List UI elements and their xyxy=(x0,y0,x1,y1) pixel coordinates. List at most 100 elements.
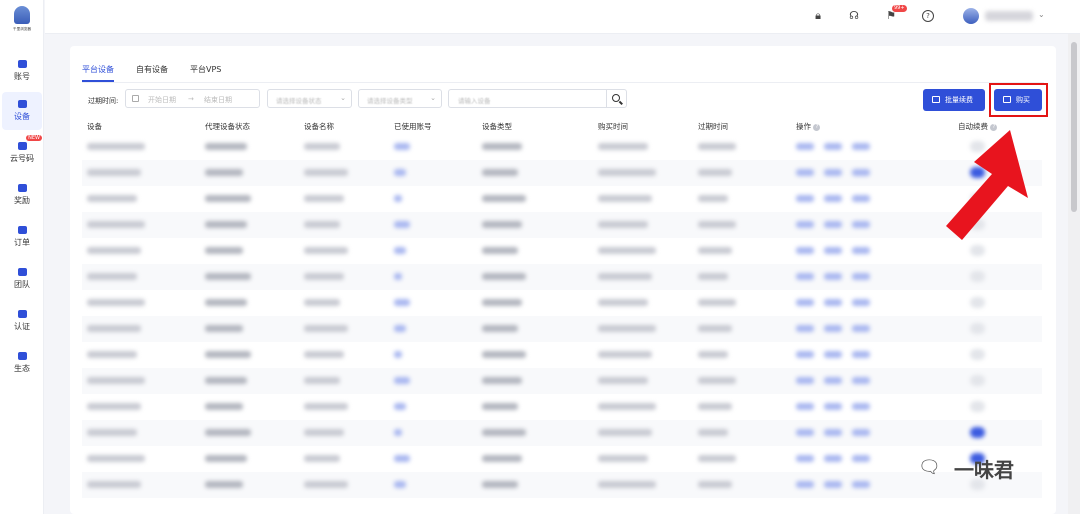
table-cell xyxy=(698,221,736,228)
username[interactable] xyxy=(985,11,1033,21)
bell-icon[interactable]: ⚑ 99+ xyxy=(885,5,907,22)
sidebar-item-label: 设备 xyxy=(14,112,30,121)
row-action-link[interactable] xyxy=(796,429,814,436)
row-action-link[interactable] xyxy=(852,169,870,176)
sidebar-item-ecosystem[interactable]: 生态 xyxy=(2,344,42,382)
row-action-link[interactable] xyxy=(824,403,842,410)
row-action-link[interactable] xyxy=(824,481,842,488)
lock-icon[interactable]: 🔒︎ xyxy=(812,10,824,22)
row-action-link[interactable] xyxy=(852,299,870,306)
brand-logo[interactable]: 千里浏览器 xyxy=(6,6,38,32)
table-row[interactable] xyxy=(82,212,1042,238)
sidebar-item-cloud-number[interactable]: 云号码 NEW xyxy=(2,134,42,172)
row-action-link[interactable] xyxy=(852,273,870,280)
help-icon[interactable]: ? xyxy=(813,123,821,131)
auto-renew-toggle[interactable] xyxy=(970,245,985,256)
sidebar-item-certification[interactable]: 认证 xyxy=(2,302,42,340)
tab-own-device[interactable]: 自有设备 xyxy=(136,64,168,75)
table-row[interactable] xyxy=(82,264,1042,290)
auto-renew-toggle[interactable] xyxy=(970,401,985,412)
row-action-link[interactable] xyxy=(852,429,870,436)
row-action-link[interactable] xyxy=(824,273,842,280)
row-action-link[interactable] xyxy=(796,481,814,488)
auto-renew-toggle[interactable] xyxy=(970,323,985,334)
page-scrollbar[interactable] xyxy=(1068,34,1080,514)
row-action-link[interactable] xyxy=(796,351,814,358)
row-action-link[interactable] xyxy=(824,143,842,150)
row-action-link[interactable] xyxy=(824,455,842,462)
row-action-link[interactable] xyxy=(852,481,870,488)
row-action-link[interactable] xyxy=(824,247,842,254)
cart-icon xyxy=(932,96,940,103)
table-row[interactable] xyxy=(82,316,1042,342)
auto-renew-toggle[interactable] xyxy=(970,297,985,308)
row-action-link[interactable] xyxy=(824,169,842,176)
device-type-select[interactable]: 请选择设备类型 ⌄ xyxy=(358,89,442,108)
row-action-link[interactable] xyxy=(796,169,814,176)
avatar[interactable] xyxy=(963,8,979,24)
chevron-down-icon[interactable]: ⌄ xyxy=(1038,10,1045,19)
sidebar-item-reward[interactable]: 奖励 xyxy=(2,176,42,214)
row-action-link[interactable] xyxy=(852,351,870,358)
row-action-link[interactable] xyxy=(796,221,814,228)
table-row[interactable] xyxy=(82,186,1042,212)
table-row[interactable] xyxy=(82,160,1042,186)
row-action-link[interactable] xyxy=(796,247,814,254)
row-action-link[interactable] xyxy=(852,325,870,332)
table-cell xyxy=(482,455,522,462)
sidebar-item-order[interactable]: 订单 xyxy=(2,218,42,256)
row-action-link[interactable] xyxy=(824,221,842,228)
tab-platform-device[interactable]: 平台设备 xyxy=(82,64,114,75)
auto-renew-toggle[interactable] xyxy=(970,427,985,438)
row-action-link[interactable] xyxy=(796,143,814,150)
row-action-link[interactable] xyxy=(796,455,814,462)
auto-renew-toggle[interactable] xyxy=(970,271,985,282)
table-row[interactable] xyxy=(82,446,1042,472)
table-row[interactable] xyxy=(82,238,1042,264)
row-action-link[interactable] xyxy=(824,377,842,384)
row-action-link[interactable] xyxy=(796,377,814,384)
sidebar-item-device[interactable]: 设备 xyxy=(2,92,42,130)
table-row[interactable] xyxy=(82,394,1042,420)
row-action-link[interactable] xyxy=(796,299,814,306)
device-status-select[interactable]: 请选择设备状态 ⌄ xyxy=(267,89,352,108)
table-row[interactable] xyxy=(82,342,1042,368)
row-action-link[interactable] xyxy=(852,143,870,150)
headset-icon[interactable]: ☊ xyxy=(848,10,860,22)
table-cell xyxy=(304,403,348,410)
tab-platform-vps[interactable]: 平台VPS xyxy=(190,64,221,75)
row-action-link[interactable] xyxy=(852,455,870,462)
table-row[interactable] xyxy=(82,472,1042,498)
row-action-link[interactable] xyxy=(824,195,842,202)
auto-renew-toggle[interactable] xyxy=(970,349,985,360)
help-icon[interactable]: ? xyxy=(922,10,934,22)
row-action-link[interactable] xyxy=(852,403,870,410)
row-action-link[interactable] xyxy=(824,325,842,332)
sidebar-item-account[interactable]: 账号 xyxy=(2,52,42,90)
row-action-link[interactable] xyxy=(852,247,870,254)
row-action-link[interactable] xyxy=(824,351,842,358)
expiry-date-range[interactable]: 开始日期 → 结束日期 xyxy=(125,89,260,108)
row-action-link[interactable] xyxy=(796,325,814,332)
table-cell xyxy=(394,455,410,462)
row-action-link[interactable] xyxy=(824,429,842,436)
device-search-input[interactable]: 请输入设备 xyxy=(448,89,606,108)
table-row[interactable] xyxy=(82,134,1042,160)
search-button[interactable] xyxy=(606,89,627,108)
table-row[interactable] xyxy=(82,368,1042,394)
batch-renew-button[interactable]: 批量续费 xyxy=(923,89,985,111)
row-action-link[interactable] xyxy=(824,299,842,306)
row-action-link[interactable] xyxy=(796,273,814,280)
table-row[interactable] xyxy=(82,420,1042,446)
scrollbar-thumb[interactable] xyxy=(1071,42,1077,212)
col-proxy-status: 代理设备状态 xyxy=(205,122,250,131)
row-action-link[interactable] xyxy=(796,195,814,202)
table-row[interactable] xyxy=(82,290,1042,316)
table-cell xyxy=(87,481,141,488)
row-action-link[interactable] xyxy=(852,221,870,228)
row-action-link[interactable] xyxy=(796,403,814,410)
sidebar-item-team[interactable]: 团队 xyxy=(2,260,42,298)
row-action-link[interactable] xyxy=(852,377,870,384)
row-action-link[interactable] xyxy=(852,195,870,202)
auto-renew-toggle[interactable] xyxy=(970,375,985,386)
